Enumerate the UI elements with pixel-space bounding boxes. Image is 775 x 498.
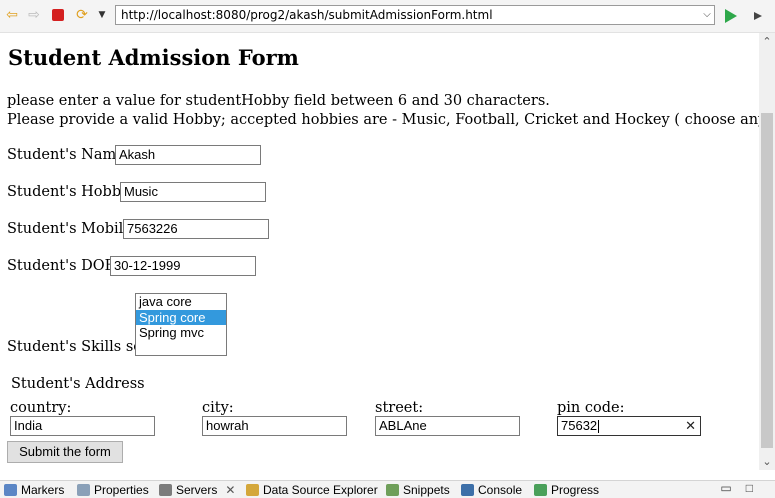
error-message-length: please enter a value for studentHobby fi…: [7, 93, 550, 109]
scroll-up-icon[interactable]: ⌃: [759, 33, 775, 50]
console-icon: [461, 484, 474, 496]
tab-console[interactable]: Console: [461, 482, 522, 498]
bottom-panel-tabs: Markers Properties Servers ✕ Data Source…: [0, 480, 775, 498]
go-icon[interactable]: [723, 8, 739, 24]
tab-servers[interactable]: Servers ✕: [159, 482, 235, 498]
tab-label: Data Source Explorer: [263, 483, 378, 497]
tab-label: Servers: [176, 483, 218, 497]
text-caret: [598, 420, 600, 434]
pincode-value: 75632: [561, 418, 598, 433]
scroll-down-icon[interactable]: ⌄: [759, 453, 775, 470]
progress-icon: [534, 484, 547, 496]
name-input[interactable]: Akash: [115, 145, 261, 165]
skill-option[interactable]: java core: [136, 294, 226, 310]
city-label: city:: [202, 400, 234, 416]
chevron-down-icon[interactable]: ▼: [94, 7, 110, 23]
mobile-input[interactable]: 7563226: [123, 219, 269, 239]
scrollbar-thumb[interactable]: [761, 113, 773, 448]
name-label: Student's Name:: [7, 147, 130, 163]
panel-window-controls[interactable]: ▭□: [720, 481, 767, 495]
tab-progress[interactable]: Progress: [534, 482, 599, 498]
vertical-scrollbar[interactable]: ⌃ ⌄: [759, 33, 775, 470]
servers-icon: [159, 484, 172, 496]
snippets-icon: [386, 484, 399, 496]
go-dropdown-icon[interactable]: [750, 8, 766, 24]
skill-option-selected[interactable]: Spring core: [136, 309, 226, 325]
page-title: Student Admission Form: [8, 45, 299, 70]
close-icon[interactable]: ✕: [225, 483, 235, 497]
tab-label: Properties: [94, 483, 149, 497]
street-input[interactable]: ABLAne: [375, 416, 520, 436]
pincode-input[interactable]: 75632 ✕: [557, 416, 701, 436]
url-dropdown-icon[interactable]: ⌵: [699, 5, 715, 25]
country-label: country:: [10, 400, 72, 416]
stop-icon[interactable]: [50, 7, 66, 23]
tab-data-source-explorer[interactable]: Data Source Explorer: [246, 482, 378, 498]
tab-label: Snippets: [403, 483, 450, 497]
skill-option[interactable]: Spring mvc: [136, 325, 226, 341]
tab-label: Progress: [551, 483, 600, 497]
mobile-label: Student's Mobile:: [7, 221, 137, 237]
page-content: Student Admission Form please enter a va…: [0, 33, 759, 470]
hobby-input[interactable]: Music: [120, 182, 266, 202]
properties-icon: [77, 484, 90, 496]
country-input[interactable]: India: [10, 416, 155, 436]
url-bar[interactable]: http://localhost:8080/prog2/akash/submit…: [115, 5, 715, 25]
street-label: street:: [375, 400, 424, 416]
pincode-label: pin code:: [557, 400, 625, 416]
back-arrow-icon[interactable]: ⇦: [4, 7, 20, 23]
refresh-icon[interactable]: ⟳: [74, 7, 90, 23]
browser-toolbar: ⇦ ⇨ ⟳ ▼ http://localhost:8080/prog2/akas…: [0, 0, 775, 33]
tab-snippets[interactable]: Snippets: [386, 482, 450, 498]
data-source-icon: [246, 484, 259, 496]
city-input[interactable]: howrah: [202, 416, 347, 436]
tab-properties[interactable]: Properties: [77, 482, 149, 498]
markers-icon: [4, 484, 17, 496]
skills-label: Student's Skills set:: [7, 339, 153, 355]
error-message-hobby: Please provide a valid Hobby; accepted h…: [7, 112, 759, 128]
submit-button[interactable]: Submit the form: [7, 441, 123, 463]
address-title: Student's Address: [11, 376, 145, 392]
hobby-label: Student's Hobby:: [7, 184, 135, 200]
tab-label: Console: [478, 483, 523, 497]
forward-arrow-icon[interactable]: ⇨: [26, 7, 42, 23]
clear-icon[interactable]: ✕: [685, 417, 696, 435]
tab-label: Markers: [21, 483, 65, 497]
dob-input[interactable]: 30-12-1999: [110, 256, 256, 276]
dob-label: Student's DOB:: [7, 258, 121, 274]
skills-select[interactable]: java core Spring core Spring mvc: [135, 293, 227, 356]
tab-markers[interactable]: Markers: [4, 482, 64, 498]
